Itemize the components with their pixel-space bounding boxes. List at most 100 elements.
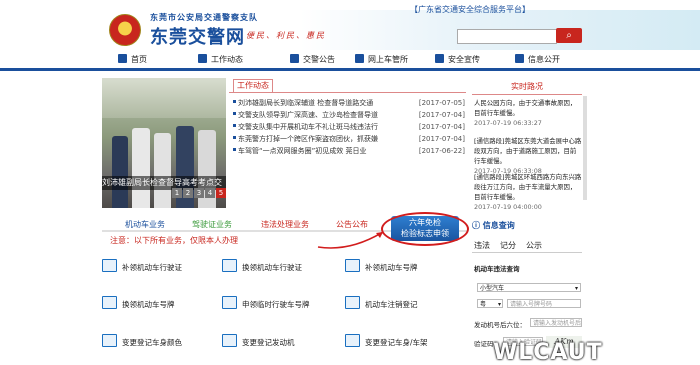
org-name: 东莞市公安局交通警察支队 xyxy=(150,13,258,22)
news-date: [2017-07-04] xyxy=(418,135,465,143)
traffic-time: 2017-07-19 04:00:00 xyxy=(474,203,542,211)
province-select[interactable]: 粤 ▾ xyxy=(477,299,503,308)
service-label: 换领机动车行驶证 xyxy=(242,263,302,272)
nav-announcements[interactable]: 交警公告 xyxy=(290,54,335,66)
service-item[interactable]: 变更登记发动机 xyxy=(222,334,295,348)
nav-label: 工作动态 xyxy=(211,55,243,64)
police-emblem-logo xyxy=(109,14,141,46)
traffic-text: [通信路段]莞城区东莞大道会展中心路段双方向，由于道路施工原因，目前行车缓慢。 xyxy=(474,137,582,165)
nav-safety-promotion[interactable]: 安全宣传 xyxy=(435,54,480,66)
service-item[interactable]: 换领机动车行驶证 xyxy=(222,259,302,273)
notice-text: 注意：以下所有业务，仅限本人办理 xyxy=(110,236,238,245)
megaphone-icon xyxy=(435,54,444,63)
service-label: 申领临时行驶车号牌 xyxy=(242,300,310,309)
plate-icon xyxy=(345,259,360,272)
search-input[interactable] xyxy=(457,29,557,44)
tab-violation[interactable]: 违法 xyxy=(474,240,490,251)
news-date: [2017-06-22] xyxy=(418,147,465,155)
site-slogan: 便民、利民、惠民 xyxy=(246,31,326,40)
plate-number-input[interactable]: 请输入号牌号码 xyxy=(507,299,581,308)
nav-label: 交警公告 xyxy=(303,55,335,64)
traffic-item[interactable]: [通信路段]莞城区环城西路方向东兴路段往万江方向，由于车流量大原因，目前行车缓慢… xyxy=(474,172,582,212)
news-item[interactable]: 交警支队集中开展机动车不礼让斑马线违法行 [2017-07-04] xyxy=(233,122,465,132)
slide-page-5-active[interactable]: 5 xyxy=(216,188,226,198)
news-item[interactable]: 车驾管“一点双网服务圈”初见成效 莞日业 [2017-06-22] xyxy=(233,146,465,156)
news-date: [2017-07-05] xyxy=(418,99,465,107)
site-title[interactable]: 东莞交警网 xyxy=(150,23,245,49)
engine-number-input[interactable]: 请输入发动机号后 xyxy=(530,318,582,327)
nav-label: 网上车管所 xyxy=(368,55,408,64)
service-item[interactable]: 变更登记车身颜色 xyxy=(102,334,182,348)
engine-icon xyxy=(222,334,237,347)
nav-home[interactable]: 首页 xyxy=(118,54,147,66)
traffic-item[interactable]: 人民公园方向，由于交通事故原因，目前行车缓慢。 2017-07-19 06:33:… xyxy=(474,98,582,128)
main-nav: 首页 工作动态 交警公告 网上车管所 安全宣传 信息公开 xyxy=(0,52,700,71)
news-item[interactable]: 交警支队领导到广深高速、立沙岛检查督导道 [2017-07-04] xyxy=(233,110,465,120)
service-item[interactable]: 机动车注销登记 xyxy=(345,296,418,310)
chevron-down-icon: ▾ xyxy=(497,301,501,308)
tab-license-business[interactable]: 驾驶证业务 xyxy=(192,219,232,230)
search-button[interactable]: ⌕ xyxy=(556,28,582,43)
tab-vehicle-business[interactable]: 机动车业务 xyxy=(125,219,165,230)
service-label: 机动车注销登记 xyxy=(365,300,418,309)
news-item[interactable]: 刘沛雄副局长到临深辅道 检查督导道路交通 [2017-07-05] xyxy=(233,98,465,108)
watermark: WLCAUT xyxy=(493,340,603,365)
divider xyxy=(229,92,466,93)
bullet-icon xyxy=(233,136,236,139)
tab-violation-business[interactable]: 违法处理业务 xyxy=(261,219,309,230)
slide-page-3[interactable]: 3 xyxy=(194,188,204,198)
bullet-icon xyxy=(233,100,236,103)
service-item[interactable]: 换领机动车号牌 xyxy=(102,296,175,310)
nav-label: 信息公开 xyxy=(528,55,560,64)
news-title: 车驾管“一点双网服务圈”初见成效 莞日业 xyxy=(238,147,367,155)
tab-work-news[interactable]: 工作动态 xyxy=(233,79,273,92)
service-item[interactable]: 补领机动车行驶证 xyxy=(102,259,182,273)
traffic-time: 2017-07-19 06:33:27 xyxy=(474,119,542,127)
vehicle-type-value: 小型汽车 xyxy=(480,285,505,292)
service-item[interactable]: 变更登记车身/车架 xyxy=(345,334,428,348)
service-label: 补领机动车行驶证 xyxy=(122,263,182,272)
news-date: [2017-07-04] xyxy=(418,111,465,119)
realtime-traffic-title: 实时路况 xyxy=(472,80,582,95)
cancel-registration-icon xyxy=(345,296,360,309)
traffic-text: 人民公园方向，由于交通事故原因，目前行车缓慢。 xyxy=(474,99,577,117)
traffic-text: [通信路段]莞城区环城西路方向东兴路段往万江方向，由于车流量大原因，目前行车缓慢… xyxy=(474,173,582,201)
vehicle-type-select[interactable]: 小型汽车 ▾ xyxy=(477,283,581,292)
info-query-title: ⓘ 信息查询 xyxy=(472,220,582,233)
provincial-platform-link[interactable]: 【广东省交通安全综合服务平台】 xyxy=(410,4,530,15)
car-color-icon xyxy=(102,334,117,347)
plate-icon xyxy=(102,296,117,309)
car-body-icon xyxy=(345,334,360,347)
computer-icon xyxy=(355,54,364,63)
traffic-item[interactable]: [通信路段]莞城区东莞大道会展中心路段双方向，由于道路施工原因，目前行车缓慢。 2… xyxy=(474,136,582,176)
slide-page-1[interactable]: 1 xyxy=(172,188,182,198)
tab-publicity[interactable]: 公示 xyxy=(526,240,542,251)
news-title: 交警支队集中开展机动车不礼让斑马线违法行 xyxy=(238,123,378,131)
tab-points[interactable]: 记分 xyxy=(500,240,516,251)
service-item[interactable]: 补领机动车号牌 xyxy=(345,259,418,273)
service-label: 变更登记车身颜色 xyxy=(122,338,182,347)
service-label: 变更登记发动机 xyxy=(242,338,295,347)
bullet-icon xyxy=(233,148,236,151)
slide-page-2[interactable]: 2 xyxy=(183,188,193,198)
nav-online-vehicle-office[interactable]: 网上车管所 xyxy=(355,54,408,66)
chevron-down-icon: ▾ xyxy=(574,285,578,292)
traffic-scrollbar[interactable] xyxy=(583,96,587,200)
news-date: [2017-07-04] xyxy=(418,123,465,131)
info-query-label: 信息查询 xyxy=(482,221,515,230)
tab-public-notice[interactable]: 公告公布 xyxy=(336,219,368,230)
service-label: 补领机动车号牌 xyxy=(365,263,418,272)
home-icon xyxy=(118,54,127,63)
nav-info-disclosure[interactable]: 信息公开 xyxy=(515,54,560,66)
slide-page-4[interactable]: 4 xyxy=(205,188,215,198)
license-card-icon xyxy=(102,259,117,272)
nav-label: 安全宣传 xyxy=(448,55,480,64)
service-item[interactable]: 申领临时行驶车号牌 xyxy=(222,296,310,310)
nav-label: 首页 xyxy=(131,55,147,64)
nav-work-news[interactable]: 工作动态 xyxy=(198,54,243,66)
highlight-circle xyxy=(381,212,469,246)
bullet-icon xyxy=(233,112,236,115)
news-item[interactable]: 东莞警方打掉一个跨区作案盗窃团伙，抓获嫌 [2017-07-04] xyxy=(233,134,465,144)
news-title: 刘沛雄副局长到临深辅道 检查督导道路交通 xyxy=(238,99,374,107)
vehicle-violation-query-label: 机动车违法查询 xyxy=(474,265,520,273)
